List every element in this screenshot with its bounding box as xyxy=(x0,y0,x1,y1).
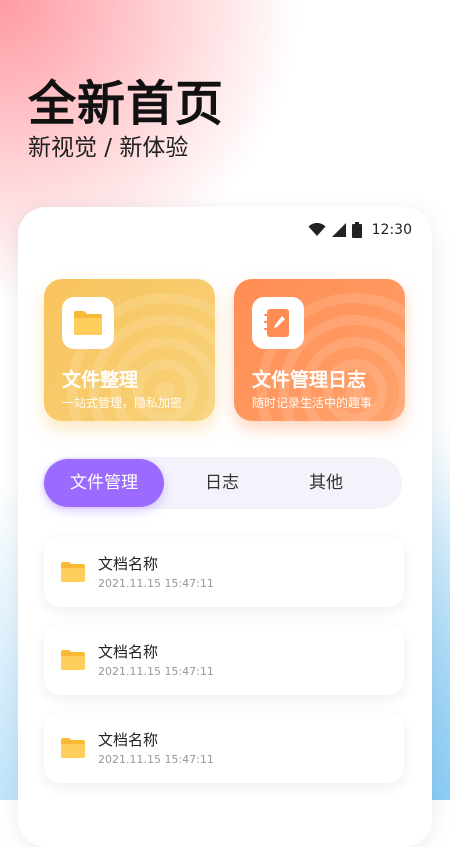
folder-icon xyxy=(61,562,85,582)
card-icon-container xyxy=(252,297,304,349)
file-list-item[interactable]: 文档名称 2021.11.15 15:47:11 xyxy=(44,537,404,607)
tab-bar: 文件管理 日志 其他 xyxy=(42,457,402,509)
tab-other[interactable]: 其他 xyxy=(266,459,386,507)
wifi-icon xyxy=(308,223,326,236)
file-name: 文档名称 xyxy=(98,555,159,573)
file-name: 文档名称 xyxy=(98,731,159,749)
file-timestamp: 2021.11.15 15:47:11 xyxy=(98,577,214,590)
battery-icon xyxy=(351,222,362,238)
card-description: 随时记录生活中的趣事 xyxy=(252,396,373,410)
phone-screen: 12:30 文件整理 一站式管理，隐私加密 文件管理日志 随时记录生活中的趣事 xyxy=(18,207,432,847)
folder-icon xyxy=(61,650,85,670)
status-bar: 12:30 xyxy=(308,221,412,239)
card-title: 文件整理 xyxy=(62,369,139,391)
tab-file-management[interactable]: 文件管理 xyxy=(44,459,164,507)
hero-subtitle: 新视觉 / 新体验 xyxy=(28,135,189,161)
hero-title: 全新首页 xyxy=(28,76,225,132)
file-list-item[interactable]: 文档名称 2021.11.15 15:47:11 xyxy=(44,713,404,783)
card-icon-container xyxy=(62,297,114,349)
card-title: 文件管理日志 xyxy=(252,369,367,391)
tab-log[interactable]: 日志 xyxy=(162,459,282,507)
card-file-log[interactable]: 文件管理日志 随时记录生活中的趣事 xyxy=(234,279,405,421)
folder-icon xyxy=(74,311,102,335)
card-file-organize[interactable]: 文件整理 一站式管理，隐私加密 xyxy=(44,279,215,421)
folder-icon xyxy=(61,738,85,758)
file-name: 文档名称 xyxy=(98,643,159,661)
card-description: 一站式管理，隐私加密 xyxy=(62,396,183,410)
notebook-pen-icon xyxy=(264,309,289,337)
status-time: 12:30 xyxy=(371,222,412,238)
file-list-item[interactable]: 文档名称 2021.11.15 15:47:11 xyxy=(44,625,404,695)
signal-icon xyxy=(331,223,346,237)
file-timestamp: 2021.11.15 15:47:11 xyxy=(98,753,214,766)
file-timestamp: 2021.11.15 15:47:11 xyxy=(98,665,214,678)
